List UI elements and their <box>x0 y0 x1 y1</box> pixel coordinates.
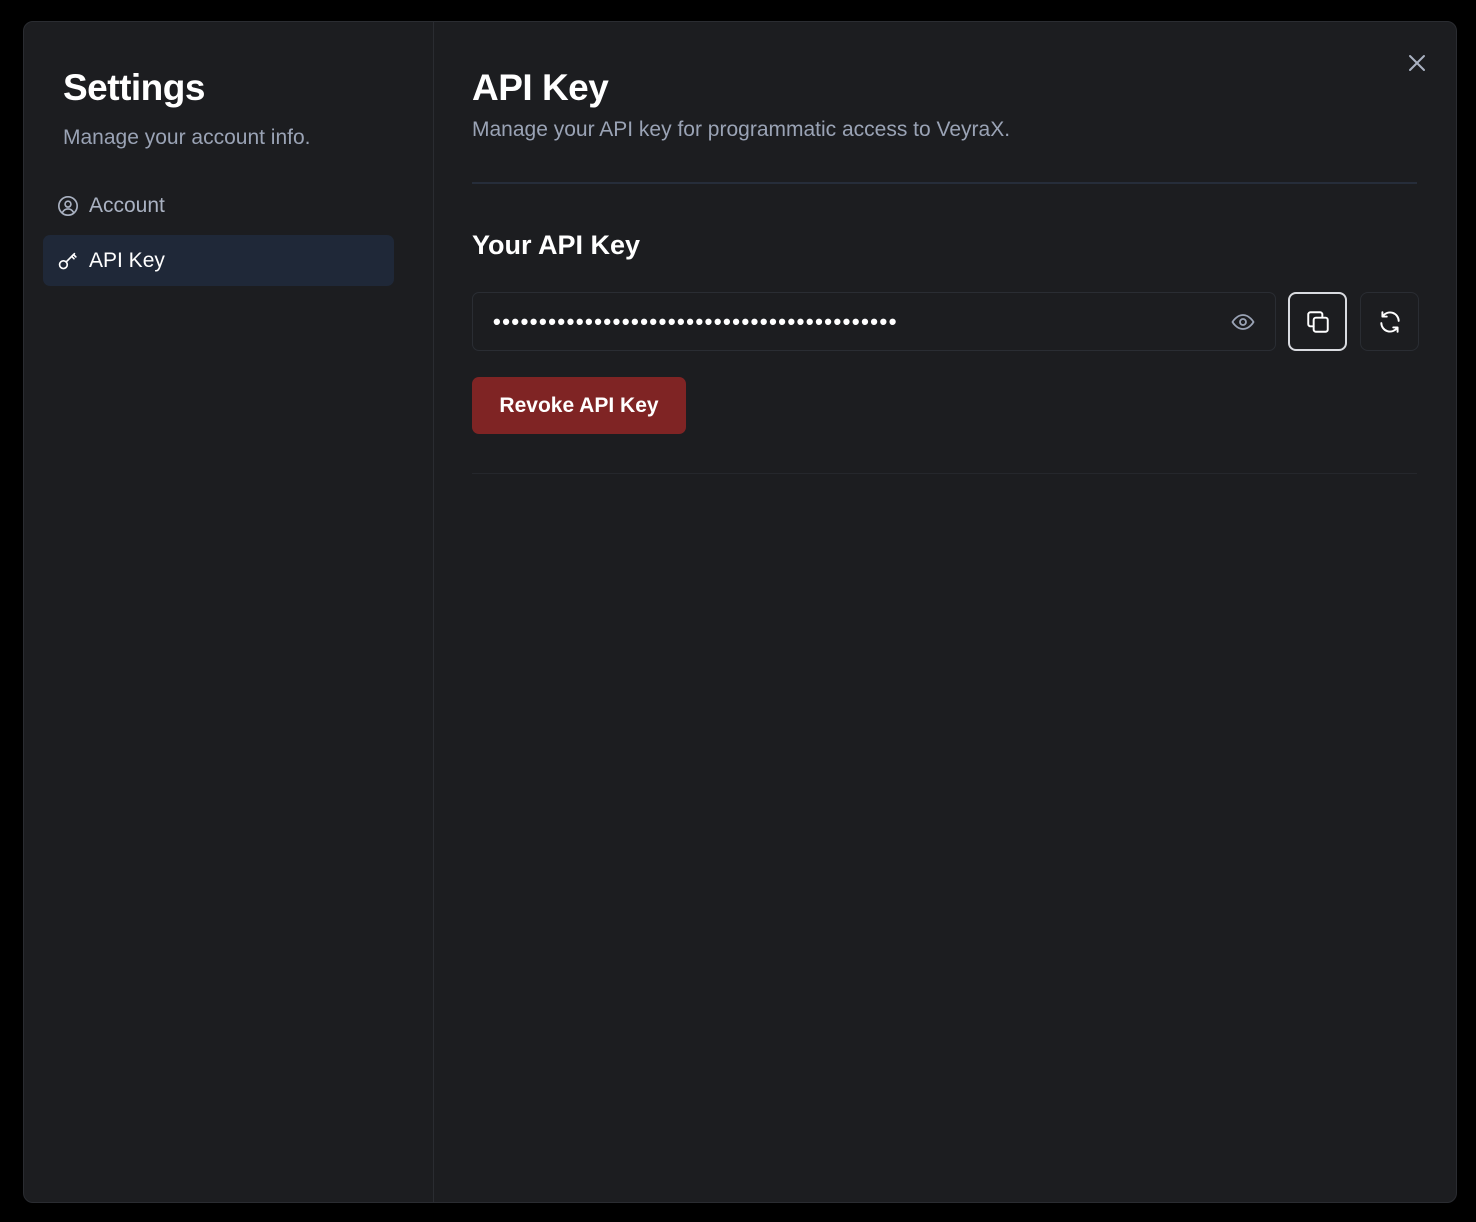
settings-dialog: Settings Manage your account info. Accou… <box>23 21 1457 1203</box>
page-subtitle: Manage your API key for programmatic acc… <box>472 118 1011 141</box>
user-circle-icon <box>56 194 80 218</box>
main-panel: API Key Manage your API key for programm… <box>434 22 1456 1202</box>
sidebar-item-label: API Key <box>89 248 165 272</box>
sidebar: Settings Manage your account info. Accou… <box>24 22 434 1202</box>
sidebar-subtitle: Manage your account info. <box>63 126 311 149</box>
divider <box>472 473 1417 474</box>
api-key-value[interactable]: ••••••••••••••••••••••••••••••••••••••••… <box>493 309 1223 335</box>
eye-icon <box>1231 313 1255 330</box>
close-button[interactable] <box>1402 48 1432 78</box>
sidebar-item-label: Account <box>89 193 165 217</box>
api-key-field[interactable]: ••••••••••••••••••••••••••••••••••••••••… <box>472 292 1276 351</box>
regenerate-button[interactable] <box>1360 292 1419 351</box>
copy-icon <box>1306 310 1329 333</box>
page-title: API Key <box>472 67 609 108</box>
sidebar-item-account[interactable]: Account <box>43 180 394 231</box>
revoke-api-key-button[interactable]: Revoke API Key <box>472 377 686 434</box>
section-title: Your API Key <box>472 230 641 260</box>
divider <box>472 182 1417 184</box>
copy-button[interactable] <box>1288 292 1347 351</box>
key-icon <box>56 249 80 273</box>
toggle-visibility-button[interactable] <box>1223 302 1263 342</box>
close-icon <box>1409 55 1425 71</box>
sidebar-title: Settings <box>63 67 205 108</box>
sidebar-item-api-key[interactable]: API Key <box>43 235 394 286</box>
refresh-icon <box>1379 310 1400 333</box>
